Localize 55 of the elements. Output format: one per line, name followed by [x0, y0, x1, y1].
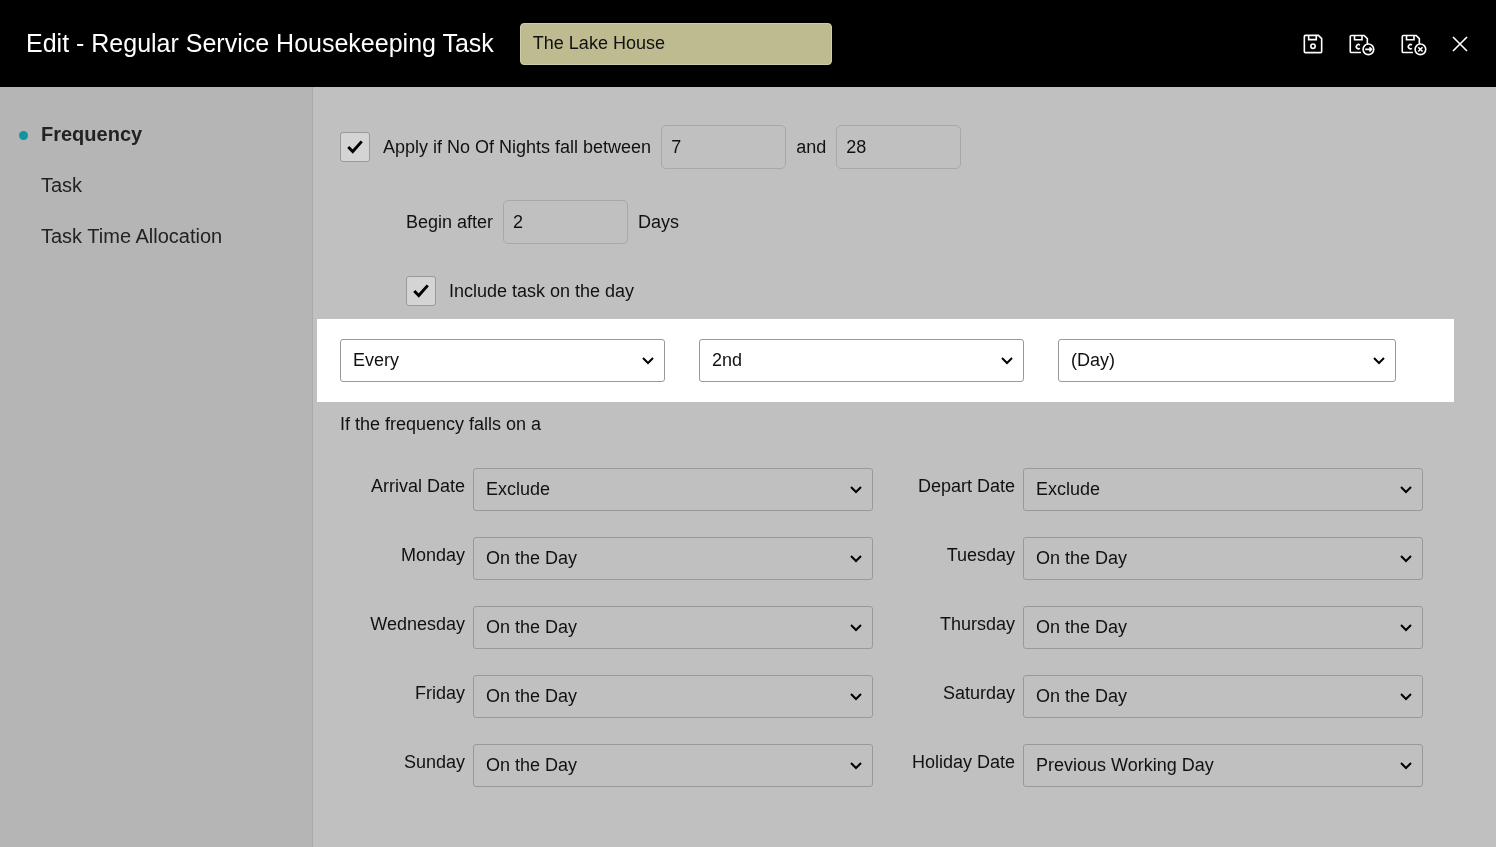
dropdown[interactable]: On the Day	[1023, 675, 1423, 718]
dropdown[interactable]: Exclude	[473, 468, 873, 511]
field-label: Depart Date	[917, 475, 1015, 497]
sidebar-item[interactable]: Task	[0, 174, 312, 225]
dropdown[interactable]: On the Day	[473, 606, 873, 649]
field-label: Arrival Date	[370, 475, 465, 497]
dropdown[interactable]: On the Day	[473, 537, 873, 580]
caret-icon	[850, 554, 862, 563]
field-label: Friday	[415, 682, 465, 704]
caret-icon	[1001, 356, 1013, 365]
caret-icon	[1400, 761, 1412, 770]
begin-after-field[interactable]: 2	[503, 200, 629, 244]
caret-icon	[850, 623, 862, 632]
checkbox-label: Apply if No Of Nights fall between	[383, 136, 652, 158]
checkbox-label: Include task on the day	[449, 280, 635, 302]
checkbox[interactable]	[340, 132, 370, 162]
checkmark-icon	[346, 138, 364, 156]
close-icon[interactable]	[1450, 33, 1470, 54]
dropdown[interactable]: Exclude	[1023, 468, 1423, 511]
dropdown[interactable]: Previous Working Day	[1023, 744, 1423, 787]
property-field[interactable]: The Lake House	[519, 22, 832, 65]
sidebar-item[interactable]: Task Time Allocation	[0, 225, 312, 276]
caret-icon	[1373, 356, 1385, 365]
dropdown[interactable]: On the Day	[1023, 537, 1423, 580]
sidebar-item[interactable]: Frequency	[0, 123, 312, 174]
caret-icon	[850, 761, 862, 770]
section-heading: If the frequency falls on a	[340, 414, 543, 435]
max-nights-field[interactable]: 28	[836, 125, 962, 169]
caret-icon	[850, 485, 862, 494]
field-label: Tuesday	[946, 544, 1015, 566]
and-label: and	[796, 136, 827, 158]
dropdown[interactable]: 2nd	[699, 339, 1024, 382]
dropdown[interactable]: On the Day	[473, 744, 873, 787]
window-title: Edit - Regular Service Housekeeping Task	[26, 29, 494, 58]
caret-icon	[1400, 485, 1412, 494]
field-label: Sunday	[403, 751, 465, 773]
caret-icon	[1400, 623, 1412, 632]
caret-icon	[1400, 692, 1412, 701]
field-label: Monday	[400, 544, 465, 566]
field-label: Wednesday	[370, 613, 465, 635]
checkbox[interactable]	[406, 276, 436, 306]
begin-after-label: Begin after	[406, 211, 494, 233]
dropdown[interactable]: Every	[340, 339, 665, 382]
caret-icon	[1400, 554, 1412, 563]
checkmark-icon	[412, 282, 430, 300]
dropdown[interactable]: On the Day	[1023, 606, 1423, 649]
field-label: Saturday	[942, 682, 1015, 704]
caret-icon	[642, 356, 654, 365]
dropdown[interactable]: (Day)	[1058, 339, 1396, 382]
days-label: Days	[638, 211, 680, 233]
dropdown[interactable]: On the Day	[473, 675, 873, 718]
min-nights-field[interactable]: 7	[661, 125, 787, 169]
caret-icon	[850, 692, 862, 701]
field-label: Thursday	[939, 613, 1015, 635]
field-label: Holiday Date	[911, 751, 1015, 773]
